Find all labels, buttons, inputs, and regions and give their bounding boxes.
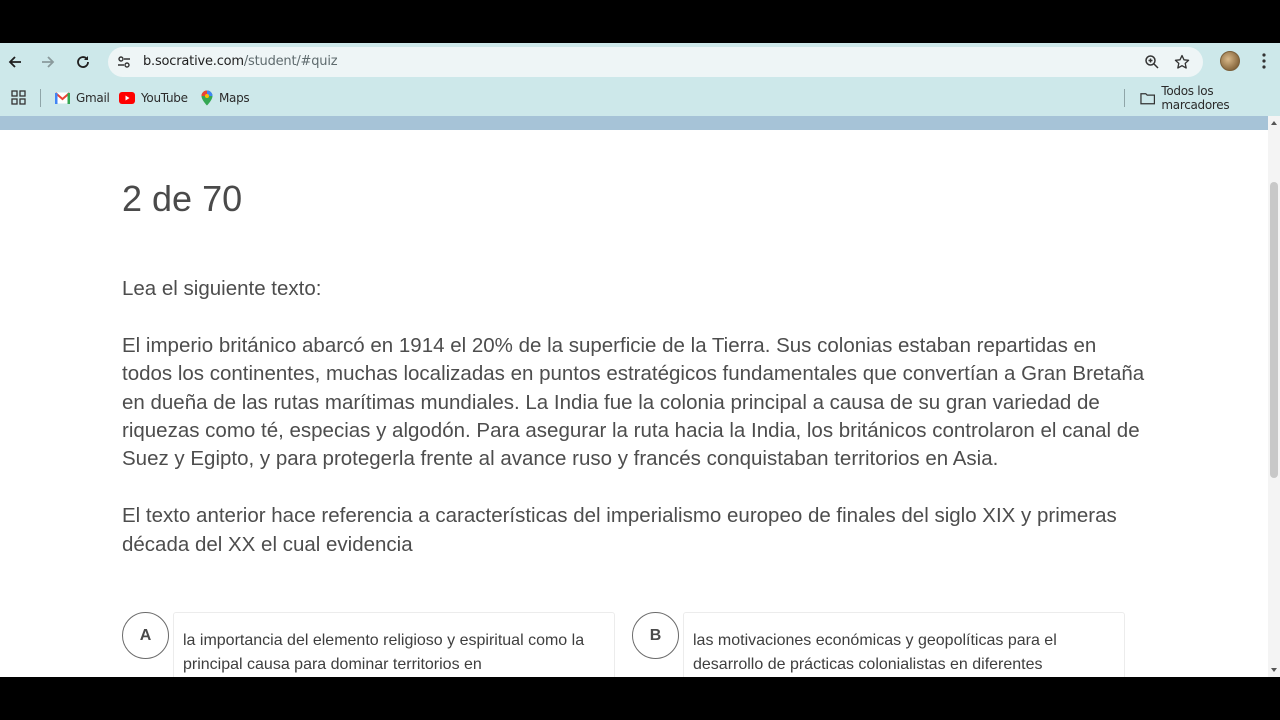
all-bookmarks-label: Todos los marcadores: [1161, 84, 1230, 112]
forward-arrow-icon: [42, 56, 55, 68]
answer-letter[interactable]: A: [122, 612, 169, 659]
bookmark-youtube[interactable]: YouTube: [119, 88, 188, 108]
forward-button[interactable]: [37, 51, 59, 73]
bookmark-label: Gmail: [76, 91, 110, 105]
gmail-icon: [55, 92, 70, 104]
question-counter: 2 de 70: [122, 178, 243, 219]
youtube-icon: [119, 92, 135, 104]
site-settings-icon[interactable]: [116, 54, 132, 70]
apps-grid-icon[interactable]: [11, 90, 26, 105]
reload-button[interactable]: [72, 51, 94, 73]
question-passage: El imperio británico abarcó en 1914 el 2…: [122, 333, 1145, 471]
zoom-icon[interactable]: [1144, 54, 1160, 70]
bookmarks-divider: [40, 89, 41, 107]
question-body: Lea el siguiente texto: El imperio britá…: [122, 275, 1147, 587]
scroll-down-arrow-icon[interactable]: [1270, 666, 1278, 674]
back-arrow-icon: [8, 56, 21, 68]
answer-text[interactable]: la importancia del elemento religioso y …: [173, 612, 615, 677]
reload-icon: [77, 56, 89, 68]
url-text[interactable]: b.socrative.com/student/#quiz: [143, 54, 338, 69]
bookmark-label: YouTube: [141, 91, 188, 105]
page-header-band: [0, 116, 1268, 130]
answer-text[interactable]: las motivaciones económicas y geopolític…: [683, 612, 1125, 677]
answer-letter[interactable]: B: [632, 612, 679, 659]
bookmark-gmail[interactable]: Gmail: [55, 88, 110, 108]
vertical-scrollbar[interactable]: [1268, 116, 1280, 677]
scroll-thumb[interactable]: [1270, 182, 1278, 478]
url-host: b.socrative.com: [143, 54, 244, 69]
browser-window: b.socrative.com/student/#quiz Gmail YouT…: [0, 43, 1280, 677]
browser-toolbar: b.socrative.com/student/#quiz: [0, 43, 1280, 80]
answer-option-a[interactable]: A la importancia del elemento religioso …: [122, 612, 617, 677]
bookmarks-bar: Gmail YouTube Maps Todos los marcadores: [0, 80, 1280, 116]
address-bar[interactable]: b.socrative.com/student/#quiz: [108, 47, 1203, 77]
url-path: /student/#quiz: [243, 54, 338, 69]
maps-pin-icon: [201, 90, 213, 106]
answer-option-b[interactable]: B las motivaciones económicas y geopolít…: [632, 612, 1127, 677]
folder-icon: [1140, 92, 1156, 104]
bookmark-maps[interactable]: Maps: [201, 88, 250, 108]
back-button[interactable]: [4, 51, 26, 73]
menu-kebab-icon[interactable]: [1256, 52, 1272, 70]
bookmark-label: Maps: [219, 91, 250, 105]
scroll-up-arrow-icon[interactable]: [1270, 119, 1278, 127]
bookmark-star-icon[interactable]: [1174, 54, 1190, 70]
bookmarks-divider: [1124, 89, 1125, 107]
question-intro: Lea el siguiente texto:: [122, 277, 322, 300]
profile-avatar[interactable]: [1220, 51, 1240, 71]
all-bookmarks-button[interactable]: Todos los marcadores: [1140, 84, 1280, 112]
question-prompt: El texto anterior hace referencia a cara…: [122, 504, 1117, 556]
